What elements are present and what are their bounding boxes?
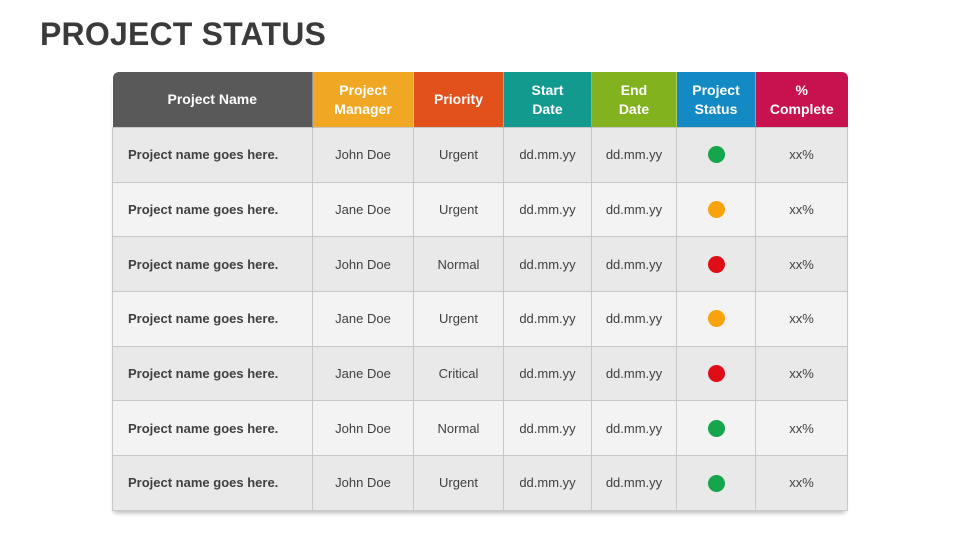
cell-name: Project name goes here. xyxy=(112,181,313,238)
cell-end: dd.mm.yy xyxy=(591,400,677,457)
header-manager: Project Manager xyxy=(312,72,414,128)
cell-priority: Urgent xyxy=(413,181,504,238)
cell-status xyxy=(676,345,756,402)
header-row: Project Name Project Manager Priority Start… xyxy=(112,72,848,128)
header-status: Project Status xyxy=(676,72,756,128)
table-header: Project Name Project Manager Priority Start… xyxy=(112,72,848,128)
cell-name: Project name goes here. xyxy=(112,236,313,293)
cell-status xyxy=(676,455,756,511)
cell-end: dd.mm.yy xyxy=(591,345,677,402)
cell-manager: John Doe xyxy=(312,455,414,511)
status-indicator-orange xyxy=(707,201,725,219)
status-indicator-green xyxy=(707,146,725,164)
cell-priority: Urgent xyxy=(413,291,504,347)
project-status-table-container: Project Name Project Manager Priority Start… xyxy=(112,72,848,511)
cell-status xyxy=(676,291,756,347)
table-row: Project name goes here. John Doe Urgent dd.… xyxy=(112,127,848,183)
cell-manager: John Doe xyxy=(312,236,414,293)
cell-complete: xx% xyxy=(755,455,848,511)
table-row: Project name goes here. Jane Doe Urgent dd.… xyxy=(112,291,848,347)
table-row: Project name goes here. John Doe Normal dd.… xyxy=(112,236,848,293)
cell-end: dd.mm.yy xyxy=(591,127,677,183)
cell-complete: xx% xyxy=(755,127,848,183)
cell-complete: xx% xyxy=(755,400,848,457)
cell-name: Project name goes here. xyxy=(112,345,313,402)
cell-start: dd.mm.yy xyxy=(503,236,592,293)
cell-status xyxy=(676,181,756,238)
status-indicator-orange xyxy=(707,310,725,328)
cell-manager: Jane Doe xyxy=(312,291,414,347)
cell-priority: Normal xyxy=(413,236,504,293)
cell-end: dd.mm.yy xyxy=(591,181,677,238)
header-end: End Date xyxy=(591,72,677,128)
table-row: Project name goes here. John Doe Urgent dd.… xyxy=(112,455,848,511)
cell-priority: Urgent xyxy=(413,455,504,511)
cell-complete: xx% xyxy=(755,181,848,238)
table-row: Project name goes here. John Doe Normal dd.… xyxy=(112,400,848,457)
cell-manager: Jane Doe xyxy=(312,345,414,402)
cell-end: dd.mm.yy xyxy=(591,455,677,511)
header-start: Start Date xyxy=(503,72,592,128)
cell-name: Project name goes here. xyxy=(112,291,313,347)
cell-name: Project name goes here. xyxy=(112,127,313,183)
header-priority: Priority xyxy=(413,72,504,128)
cell-start: dd.mm.yy xyxy=(503,291,592,347)
cell-start: dd.mm.yy xyxy=(503,181,592,238)
table-body: Project name goes here. John Doe Urgent dd.… xyxy=(112,127,848,511)
cell-status xyxy=(676,400,756,457)
cell-end: dd.mm.yy xyxy=(591,236,677,293)
status-indicator-green xyxy=(707,419,725,437)
cell-status xyxy=(676,127,756,183)
project-status-table: Project Name Project Manager Priority Start… xyxy=(112,72,848,511)
header-complete: % Complete xyxy=(755,72,848,128)
cell-start: dd.mm.yy xyxy=(503,400,592,457)
cell-name: Project name goes here. xyxy=(112,455,313,511)
cell-complete: xx% xyxy=(755,345,848,402)
table-row: Project name goes here. Jane Doe Urgent dd.… xyxy=(112,181,848,238)
cell-status xyxy=(676,236,756,293)
header-name: Project Name xyxy=(112,72,313,128)
cell-manager: Jane Doe xyxy=(312,181,414,238)
cell-priority: Normal xyxy=(413,400,504,457)
cell-start: dd.mm.yy xyxy=(503,345,592,402)
page-title: PROJECT STATUS xyxy=(40,16,327,52)
cell-start: dd.mm.yy xyxy=(503,127,592,183)
cell-complete: xx% xyxy=(755,236,848,293)
status-indicator-green xyxy=(707,474,725,492)
cell-name: Project name goes here. xyxy=(112,400,313,457)
cell-start: dd.mm.yy xyxy=(503,455,592,511)
table-row: Project name goes here. Jane Doe Critical d… xyxy=(112,345,848,402)
status-indicator-red xyxy=(707,255,725,273)
cell-manager: John Doe xyxy=(312,400,414,457)
cell-priority: Critical xyxy=(413,345,504,402)
cell-complete: xx% xyxy=(755,291,848,347)
status-indicator-red xyxy=(707,365,725,383)
cell-priority: Urgent xyxy=(413,127,504,183)
cell-manager: John Doe xyxy=(312,127,414,183)
cell-end: dd.mm.yy xyxy=(591,291,677,347)
